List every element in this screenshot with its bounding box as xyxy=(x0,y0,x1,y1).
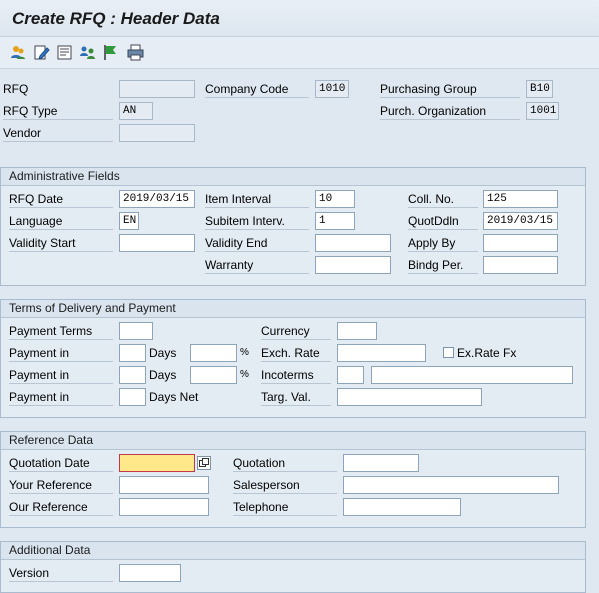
validity-end-label: Validity End xyxy=(205,235,309,252)
page-title: Create RFQ : Header Data xyxy=(12,9,220,28)
days-2-label: Days xyxy=(149,368,177,382)
payment-in-2-field[interactable] xyxy=(119,366,146,384)
rfq-field[interactable] xyxy=(119,80,195,98)
company-code-field[interactable]: 1010 xyxy=(315,80,349,98)
percent-2-field[interactable] xyxy=(190,366,237,384)
incoterms-location-field[interactable] xyxy=(371,366,573,384)
payment-in-3-field[interactable] xyxy=(119,388,146,406)
payment-in-1-field[interactable] xyxy=(119,344,146,362)
edit-icon[interactable] xyxy=(33,44,50,61)
group-title: Terms of Delivery and Payment xyxy=(1,300,585,318)
rfq-type-field[interactable]: AN xyxy=(119,102,153,120)
incoterms-field[interactable] xyxy=(337,366,364,384)
salesperson-label: Salesperson xyxy=(233,477,337,494)
subitem-interval-label: Subitem Interv. xyxy=(205,213,309,230)
vendor-field[interactable] xyxy=(119,124,195,142)
quotation-field[interactable] xyxy=(343,454,419,472)
purch-organization-label: Purch. Organization xyxy=(380,103,520,120)
coll-no-field[interactable]: 125 xyxy=(483,190,558,208)
quotation-label: Quotation xyxy=(233,455,337,472)
texts-icon[interactable] xyxy=(56,44,73,61)
telephone-field[interactable] xyxy=(343,498,461,516)
your-reference-label: Your Reference xyxy=(9,477,113,494)
company-code-label: Company Code xyxy=(205,81,309,98)
validity-start-field[interactable] xyxy=(119,234,195,252)
item-interval-field[interactable]: 10 xyxy=(315,190,355,208)
incoterms-label: Incoterms xyxy=(261,367,331,384)
target-value-label: Targ. Val. xyxy=(261,389,331,406)
our-reference-label: Our Reference xyxy=(9,499,113,516)
version-label: Version xyxy=(9,565,113,582)
rfq-label: RFQ xyxy=(3,82,29,96)
exrate-fixed-checkbox[interactable] xyxy=(443,347,454,358)
days-net-label: Days Net xyxy=(149,390,199,404)
apply-by-label: Apply By xyxy=(408,235,478,252)
salesperson-field[interactable] xyxy=(343,476,559,494)
status-flag-icon[interactable] xyxy=(102,44,119,61)
warranty-field[interactable] xyxy=(315,256,391,274)
payment-in-2-label: Payment in xyxy=(9,367,113,384)
payment-terms-label: Payment Terms xyxy=(9,323,113,340)
language-label: Language xyxy=(9,213,113,230)
subitem-interval-field[interactable]: 1 xyxy=(315,212,355,230)
quotation-date-label: Quotation Date xyxy=(9,455,113,472)
group-title: Reference Data xyxy=(1,432,585,450)
telephone-label: Telephone xyxy=(233,499,337,516)
partners-icon[interactable] xyxy=(10,44,27,61)
validity-end-field[interactable] xyxy=(315,234,391,252)
quotation-deadline-field[interactable]: 2019/03/15 xyxy=(483,212,558,230)
payment-in-3-label: Payment in xyxy=(9,389,113,406)
payment-in-1-label: Payment in xyxy=(9,345,113,362)
coll-no-label: Coll. No. xyxy=(408,191,478,208)
language-field[interactable]: EN xyxy=(119,212,139,230)
percent-1-field[interactable] xyxy=(190,344,237,362)
application-toolbar xyxy=(0,37,599,69)
days-1-label: Days xyxy=(149,346,177,360)
quotation-deadline-label: QuotDdln xyxy=(408,213,478,230)
binding-period-field[interactable] xyxy=(483,256,558,274)
exch-rate-field[interactable] xyxy=(337,344,426,362)
purch-organization-field[interactable]: 1001 xyxy=(526,102,559,120)
rfq-date-field[interactable]: 2019/03/15 xyxy=(119,190,195,208)
print-icon[interactable] xyxy=(127,44,144,61)
purchasing-group-field[interactable]: B10 xyxy=(526,80,553,98)
validity-start-label: Validity Start xyxy=(9,235,113,252)
group-title: Administrative Fields xyxy=(1,168,585,186)
currency-label: Currency xyxy=(261,323,331,340)
percent-1-sign: % xyxy=(240,347,249,358)
item-interval-label: Item Interval xyxy=(205,191,309,208)
quotation-date-field[interactable] xyxy=(119,454,195,472)
your-reference-field[interactable] xyxy=(119,476,209,494)
percent-2-sign: % xyxy=(240,369,249,380)
group-title: Additional Data xyxy=(1,542,585,560)
vendor-label: Vendor xyxy=(3,125,113,142)
our-reference-field[interactable] xyxy=(119,498,209,516)
purchasing-group-label: Purchasing Group xyxy=(380,81,520,98)
target-value-field[interactable] xyxy=(337,388,482,406)
calendar-help-icon[interactable] xyxy=(197,456,211,470)
contacts-icon[interactable] xyxy=(79,44,96,61)
exrate-fixed-label: Ex.Rate Fx xyxy=(457,346,517,360)
version-field[interactable] xyxy=(119,564,181,582)
apply-by-field[interactable] xyxy=(483,234,558,252)
payment-terms-field[interactable] xyxy=(119,322,153,340)
binding-period-label: Bindg Per. xyxy=(408,257,478,274)
rfq-date-label: RFQ Date xyxy=(9,191,113,208)
title-bar: Create RFQ : Header Data xyxy=(0,0,599,37)
warranty-label: Warranty xyxy=(205,257,309,274)
currency-field[interactable] xyxy=(337,322,377,340)
rfq-type-label: RFQ Type xyxy=(3,103,113,120)
exch-rate-label: Exch. Rate xyxy=(261,345,331,362)
